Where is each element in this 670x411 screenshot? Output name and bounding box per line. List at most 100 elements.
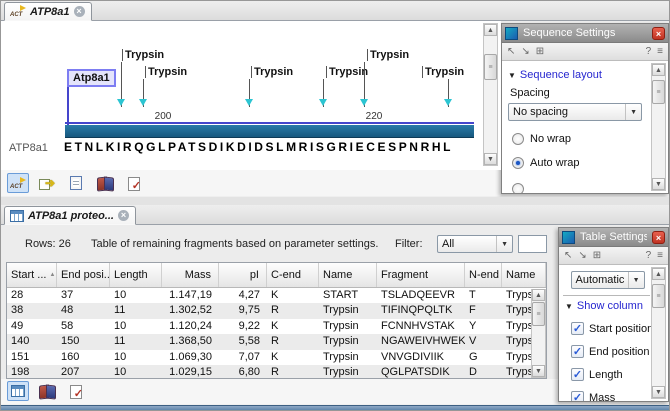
table-cell: K bbox=[271, 319, 279, 332]
menu-icon[interactable]: ≡ bbox=[657, 46, 663, 57]
cleavage-site-marker-icon[interactable] bbox=[360, 99, 368, 106]
table-settings-titlebar[interactable]: Table Settings × bbox=[559, 228, 668, 247]
filter-input[interactable] bbox=[518, 235, 547, 253]
panel-divider[interactable] bbox=[1, 197, 669, 205]
menu-icon[interactable]: ≡ bbox=[657, 250, 663, 261]
table-view-button[interactable] bbox=[7, 381, 29, 402]
sequence-letters[interactable]: ETNLKIRQGLPATSDIKDIDSLMRISGRIECESPNRHL bbox=[64, 140, 453, 154]
annotation-label[interactable]: Trypsin bbox=[145, 66, 187, 78]
section-show-column[interactable]: ▼ Show column bbox=[565, 300, 650, 312]
annotation-label[interactable]: Trypsin bbox=[326, 66, 368, 78]
validate-button[interactable] bbox=[65, 381, 87, 401]
column-header[interactable]: Name bbox=[502, 262, 546, 287]
text-view-button[interactable] bbox=[65, 173, 87, 193]
expand-panel-icon[interactable]: ⊞ bbox=[536, 46, 544, 57]
cleavage-site-marker-icon[interactable] bbox=[319, 99, 327, 106]
annotation-label[interactable]: Trypsin bbox=[251, 66, 293, 78]
scrollbar-thumb[interactable]: ≡ bbox=[652, 284, 665, 308]
annotation-label[interactable]: Trypsin bbox=[367, 49, 409, 61]
column-toggle-length[interactable]: ✓ Length bbox=[571, 368, 650, 381]
scrollbar-thumb[interactable]: ≡ bbox=[484, 54, 497, 80]
column-header[interactable]: pI bbox=[219, 262, 267, 287]
column-header[interactable]: Mass bbox=[162, 262, 219, 287]
tab-close-icon[interactable]: × bbox=[73, 6, 85, 17]
table-scrollbar[interactable]: ▲ ≡ ▼ bbox=[531, 288, 546, 378]
scroll-down-icon[interactable]: ▼ bbox=[652, 386, 665, 398]
help-icon[interactable]: ? bbox=[646, 250, 652, 261]
column-header[interactable]: End posi... bbox=[57, 262, 110, 287]
table-row[interactable]: 28 37 10 1.147,19 4,27 K START TSLADQEEVR T Tryps… bbox=[7, 287, 546, 304]
book-icon bbox=[97, 177, 114, 190]
expand-panel-icon[interactable]: ⊞ bbox=[593, 250, 601, 261]
dropdown-arrow-icon: ▼ bbox=[625, 104, 641, 120]
tab-close-icon[interactable]: × bbox=[117, 210, 129, 221]
checkbox-icon: ✓ bbox=[571, 368, 584, 381]
column-header[interactable]: Fragment bbox=[377, 262, 465, 287]
column-header[interactable]: C-end bbox=[267, 262, 319, 287]
settings-scrollbar[interactable]: ▲ ≡ ▼ bbox=[651, 267, 666, 399]
column-toggle-start-position[interactable]: ✓ Start position bbox=[571, 322, 653, 335]
scroll-up-icon[interactable]: ▲ bbox=[652, 268, 665, 280]
tab-atp8a1-proteolytic[interactable]: ATP8a1 proteo... × bbox=[4, 206, 136, 225]
column-header[interactable]: Name bbox=[319, 262, 377, 287]
tab-atp8a1[interactable]: ACT ATP8a1 × bbox=[4, 2, 92, 21]
settings-scrollbar[interactable]: ▲ ≡ ▼ bbox=[651, 63, 666, 191]
table-cell: TIFINQPQLTK bbox=[381, 304, 453, 317]
cleavage-site-marker-icon[interactable] bbox=[139, 99, 147, 106]
gene-annotation-box[interactable]: Atp8a1 bbox=[67, 69, 116, 87]
table-row[interactable]: 198 207 10 1.029,15 6,80 R Trypsin QGLPATSDIK D T… bbox=[7, 365, 546, 378]
spacing-select[interactable]: No spacing ▼ bbox=[508, 103, 642, 121]
sequence-scrollbar[interactable]: ▲ ≡ ▼ bbox=[483, 23, 498, 166]
dock-left-icon[interactable]: ↖ bbox=[564, 250, 572, 261]
cleavage-site-marker-icon[interactable] bbox=[444, 99, 452, 106]
sequence-settings-titlebar[interactable]: Sequence Settings × bbox=[502, 24, 668, 43]
rows-count: Rows: 26 bbox=[25, 238, 71, 250]
help-book-button[interactable] bbox=[94, 173, 116, 193]
export-view-button[interactable] bbox=[36, 173, 58, 193]
scroll-up-icon[interactable]: ▲ bbox=[532, 288, 545, 301]
help-book-button[interactable] bbox=[36, 381, 58, 401]
help-icon[interactable]: ? bbox=[646, 46, 652, 57]
dock-right-icon[interactable]: ↘ bbox=[578, 250, 586, 261]
checkbox-icon: ✓ bbox=[571, 345, 584, 358]
annotation-view-button[interactable]: ACT bbox=[7, 173, 29, 193]
radio-label: Auto wrap bbox=[530, 157, 580, 169]
wrap-option-partial[interactable] bbox=[512, 183, 648, 193]
scroll-down-icon[interactable]: ▼ bbox=[484, 153, 497, 165]
column-header[interactable]: N-end bbox=[465, 262, 502, 287]
sequence-settings-panel: Sequence Settings × ↖ ↘ ⊞ ? ≡ ▼ Sequence… bbox=[501, 23, 669, 194]
column-mode-select[interactable]: Automatic ▼ bbox=[570, 271, 645, 289]
dock-left-icon[interactable]: ↖ bbox=[507, 46, 515, 57]
close-icon[interactable]: × bbox=[652, 26, 665, 40]
wrap-option-auto-wrap[interactable]: Auto wrap bbox=[512, 157, 648, 169]
column-toggle-end-position[interactable]: ✓ End position bbox=[571, 345, 650, 358]
minimized-panel-strip[interactable] bbox=[1, 405, 669, 410]
sequence-bar[interactable] bbox=[65, 125, 474, 138]
scrollbar-thumb[interactable]: ≡ bbox=[532, 301, 545, 326]
scroll-up-icon[interactable]: ▲ bbox=[652, 64, 665, 76]
section-sequence-layout[interactable]: ▼ Sequence layout bbox=[508, 69, 648, 81]
cleavage-site-marker-icon[interactable] bbox=[117, 99, 125, 106]
filter-select[interactable]: All ▼ bbox=[437, 235, 513, 253]
table-row[interactable]: 49 58 10 1.120,24 9,22 K Trypsin FCNNHVSTAK Y Try… bbox=[7, 318, 546, 335]
close-icon[interactable]: × bbox=[652, 230, 665, 244]
scroll-down-icon[interactable]: ▼ bbox=[652, 178, 665, 190]
validate-button[interactable] bbox=[123, 173, 145, 193]
column-header[interactable]: Length bbox=[110, 262, 162, 287]
settings-panel-icon bbox=[505, 26, 518, 40]
export-arrow-icon bbox=[39, 176, 55, 190]
table-row[interactable]: 38 48 11 1.302,52 9,75 R Trypsin TIFINQPQLTK F Tr… bbox=[7, 303, 546, 319]
settings-panel-icon bbox=[562, 230, 575, 244]
scroll-down-icon[interactable]: ▼ bbox=[532, 364, 545, 377]
scrollbar-thumb[interactable]: ≡ bbox=[652, 80, 665, 104]
scroll-up-icon[interactable]: ▲ bbox=[484, 24, 497, 36]
wrap-option-no-wrap[interactable]: No wrap bbox=[512, 133, 648, 145]
column-toggle-mass[interactable]: ✓ Mass bbox=[571, 391, 650, 401]
annotation-label[interactable]: Trypsin bbox=[422, 66, 464, 78]
table-row[interactable]: 151 160 10 1.069,30 7,07 K Trypsin VNVGDIVIIK G T… bbox=[7, 349, 546, 366]
cleavage-site-marker-icon[interactable] bbox=[245, 99, 253, 106]
column-header[interactable]: Start ... ▲ bbox=[7, 262, 57, 287]
annotation-label[interactable]: Trypsin bbox=[122, 49, 164, 61]
dock-right-icon[interactable]: ↘ bbox=[521, 46, 529, 57]
table-row[interactable]: 140 150 11 1.368,50 5,58 R Trypsin NGAWEIVHWEK V… bbox=[7, 334, 546, 350]
